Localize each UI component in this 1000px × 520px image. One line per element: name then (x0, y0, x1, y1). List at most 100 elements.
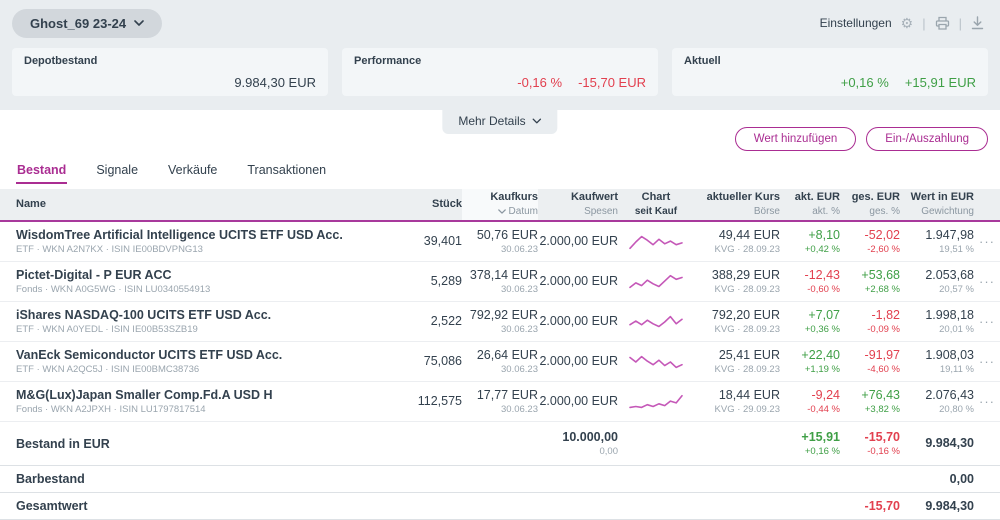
column-kurs[interactable]: aktueller Kurs Börse (694, 189, 780, 220)
kaufwert-value: 2.000,00 EUR (539, 393, 618, 409)
akt-eur-value: +8,10 (808, 227, 840, 243)
kaufkurs-value: 17,77 EUR (477, 387, 538, 403)
sparkline-chart[interactable] (628, 391, 684, 413)
instrument-meta: ETF · WKN A2QC5J · ISIN IE00BMC38736 (16, 363, 380, 376)
instrument-name[interactable]: WisdomTree Artificial Intelligence UCITS… (16, 227, 380, 243)
print-button[interactable] (935, 16, 950, 30)
kurs-value: 25,41 EUR (719, 347, 780, 363)
barbestand-row: Barbestand 0,00 (0, 466, 1000, 493)
bestand-akt-eur: +15,91 (801, 429, 840, 445)
tab-verkaeufe[interactable]: Verkäufe (167, 163, 218, 184)
sparkline-chart[interactable] (628, 231, 684, 253)
more-details-button[interactable]: Mehr Details (442, 110, 557, 134)
kauf-datum: 30.06.23 (501, 243, 538, 256)
chevron-down-icon (533, 118, 542, 124)
column-chart: Chart seit Kauf (618, 189, 694, 220)
settings-gear-button[interactable]: ⚙ (901, 16, 914, 30)
row-menu-button[interactable]: ··· (979, 275, 995, 288)
ges-eur-value: -91,97 (865, 347, 900, 363)
performance-card-label: Performance (354, 55, 646, 67)
bestand-wert: 9.984,30 (925, 435, 974, 451)
gesamtwert-row: Gesamtwert -15,70 9.984,30 (0, 493, 1000, 520)
table-header: Name Stück Kaufkurs Datum Kaufwert Spese… (0, 189, 1000, 222)
gear-icon: ⚙ (901, 16, 914, 30)
gewichtung-value: 20,57 % (939, 283, 974, 296)
instrument-meta: ETF · WKN A0YEDL · ISIN IE00B53SZB19 (16, 323, 380, 336)
row-menu-button[interactable]: ··· (979, 235, 995, 248)
stueck-value: 75,086 (424, 353, 462, 369)
add-value-button[interactable]: Wert hinzufügen (735, 127, 857, 151)
column-akt-eur[interactable]: akt. EUR akt. % (780, 189, 840, 220)
instrument-name[interactable]: Pictet-Digital - P EUR ACC (16, 267, 380, 283)
row-menu-button[interactable]: ··· (979, 315, 995, 328)
column-stueck[interactable]: Stück (432, 197, 462, 212)
akt-eur-value: +22,40 (801, 347, 840, 363)
ges-eur-value: +76,43 (861, 387, 900, 403)
instrument-name[interactable]: iShares NASDAQ-100 UCITS ETF USD Acc. (16, 307, 380, 323)
instrument-meta: Fonds · WKN A2JPXH · ISIN LU1797817514 (16, 403, 380, 416)
gesamtwert-ges-eur: -15,70 (865, 498, 900, 514)
tab-signale[interactable]: Signale (95, 163, 139, 184)
column-name[interactable]: Name (16, 197, 380, 212)
bestand-ges-eur: -15,70 (865, 429, 900, 445)
instrument-name[interactable]: M&G(Lux)Japan Smaller Comp.Fd.A USD H (16, 387, 380, 403)
download-button[interactable] (971, 16, 984, 30)
bestand-spesen: 0,00 (600, 445, 619, 458)
gewichtung-value: 20,80 % (939, 403, 974, 416)
performance-amount: -15,70 EUR (578, 75, 646, 90)
performance-percent: -0,16 % (517, 75, 562, 90)
sparkline-chart[interactable] (628, 271, 684, 293)
kaufwert-value: 2.000,00 EUR (539, 233, 618, 249)
column-kaufkurs[interactable]: Kaufkurs Datum (462, 189, 538, 220)
kurs-meta: KVG · 28.09.23 (715, 323, 780, 336)
akt-eur-value: -9,24 (812, 387, 841, 403)
aktuell-percent: +0,16 % (841, 75, 889, 90)
ges-pct-value: +3,82 % (865, 403, 900, 416)
column-ges-eur[interactable]: ges. EUR ges. % (840, 189, 900, 220)
wert-value: 2.053,68 (925, 267, 974, 283)
download-icon (971, 16, 984, 30)
table-row: WisdomTree Artificial Intelligence UCITS… (0, 222, 1000, 262)
kaufwert-value: 2.000,00 EUR (539, 273, 618, 289)
wert-value: 1.947,98 (925, 227, 974, 243)
toolbar-divider: | (922, 16, 925, 31)
bestand-akt-pct: +0,16 % (805, 445, 840, 458)
ges-pct-value: +2,68 % (865, 283, 900, 296)
kurs-value: 388,29 EUR (712, 267, 780, 283)
gewichtung-value: 19,51 % (939, 243, 974, 256)
instrument-name[interactable]: VanEck Semiconductor UCITS ETF USD Acc. (16, 347, 380, 363)
kurs-meta: KVG · 29.09.23 (715, 403, 780, 416)
stueck-value: 5,289 (431, 273, 462, 289)
akt-pct-value: +0,36 % (805, 323, 840, 336)
performance-card: Performance -0,16 % -15,70 EUR (342, 48, 658, 96)
kauf-datum: 30.06.23 (501, 363, 538, 376)
aktuell-amount: +15,91 EUR (905, 75, 976, 90)
stueck-value: 39,401 (424, 233, 462, 249)
tab-transaktionen[interactable]: Transaktionen (246, 163, 327, 184)
sparkline-chart[interactable] (628, 311, 684, 333)
column-wert[interactable]: Wert in EUR Gewichtung (900, 189, 974, 220)
bestand-ges-pct: -0,16 % (867, 445, 900, 458)
sparkline-chart[interactable] (628, 351, 684, 373)
stueck-value: 2,522 (431, 313, 462, 329)
payment-button[interactable]: Ein-/Auszahlung (866, 127, 988, 151)
sort-chevron-icon (498, 209, 506, 214)
akt-pct-value: -0,44 % (807, 403, 840, 416)
kauf-datum: 30.06.23 (501, 403, 538, 416)
wert-value: 1.998,18 (925, 307, 974, 323)
akt-pct-value: +0,42 % (805, 243, 840, 256)
akt-pct-value: -0,60 % (807, 283, 840, 296)
row-menu-button[interactable]: ··· (979, 355, 995, 368)
tab-bestand[interactable]: Bestand (16, 163, 67, 184)
kurs-meta: KVG · 28.09.23 (715, 363, 780, 376)
kurs-meta: KVG · 28.09.23 (715, 243, 780, 256)
kurs-value: 792,20 EUR (712, 307, 780, 323)
portfolio-selector[interactable]: Ghost_69 23-24 (12, 9, 162, 38)
wert-value: 1.908,03 (925, 347, 974, 363)
more-details-label: Mehr Details (458, 114, 525, 128)
row-menu-button[interactable]: ··· (979, 395, 995, 408)
column-kaufwert[interactable]: Kaufwert Spesen (538, 189, 618, 220)
printer-icon (935, 16, 950, 30)
bestand-kaufwert: 10.000,00 (562, 429, 618, 445)
ges-eur-value: -52,02 (865, 227, 900, 243)
